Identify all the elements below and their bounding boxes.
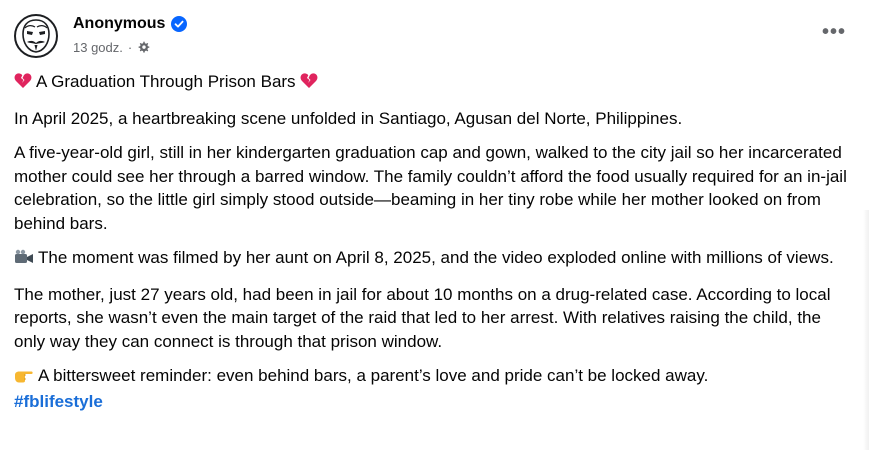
hashtag-line: #fblifestyle [14,390,854,414]
author-row: Anonymous [73,15,188,33]
scrollbar-edge [863,210,869,450]
post-paragraph-video: The moment was filmed by her aunt on Apr… [14,246,854,272]
facebook-post: Anonymous 13 godz. · ••• A Graduation Th… [0,0,869,450]
timestamp-link[interactable]: 13 godz. [73,40,123,55]
video-paragraph-text: The moment was filmed by her aunt on Apr… [38,248,834,267]
post-body: A Graduation Through Prison Bars In Apri… [14,70,854,413]
video-camera-icon [14,248,34,272]
broken-heart-icon [300,72,318,96]
post-paragraph-reminder: A bittersweet reminder: even behind bars… [14,364,854,390]
avatar[interactable] [14,14,58,58]
gear-icon[interactable] [137,41,150,54]
hashtag-link[interactable]: #fblifestyle [14,392,103,411]
reminder-text: A bittersweet reminder: even behind bars… [38,366,709,385]
post-title: A Graduation Through Prison Bars [14,70,854,96]
verified-badge-icon [171,16,188,32]
meta-separator: · [127,40,133,55]
author-name[interactable]: Anonymous [73,15,165,33]
post-meta: 13 godz. · [73,40,150,55]
guy-fawkes-mask-icon [22,19,50,53]
post-title-text: A Graduation Through Prison Bars [36,72,296,91]
post-paragraph: A five-year-old girl, still in her kinde… [14,143,847,233]
pointing-hand-icon [14,366,34,390]
post-paragraph: The mother, just 27 years old, had been … [14,284,831,351]
broken-heart-icon [14,72,32,96]
post-paragraph: In April 2025, a heartbreaking scene unf… [14,108,683,128]
more-options-button[interactable]: ••• [816,14,852,50]
